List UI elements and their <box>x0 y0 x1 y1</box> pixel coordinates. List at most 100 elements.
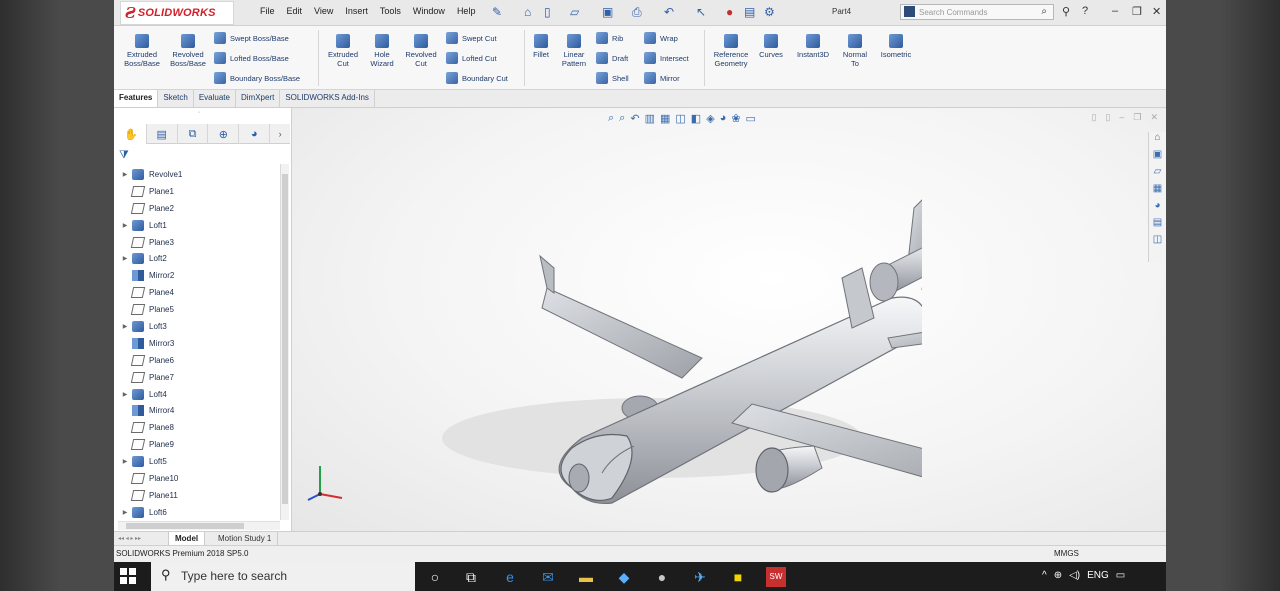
view-palette-icon[interactable]: ▦ <box>1149 183 1166 200</box>
draft-button[interactable]: Draft <box>596 52 628 64</box>
edit-appearance-icon[interactable]: ◕ <box>720 112 727 125</box>
instant3d-button[interactable]: Instant3D <box>792 34 834 59</box>
tree-item[interactable]: ▶ Loft6 <box>118 504 280 518</box>
viewport-split2-icon[interactable]: ▯ <box>1105 112 1110 123</box>
intersect-button[interactable]: Intersect <box>644 52 689 64</box>
solidworks-logo[interactable]: Ƨ SOLIDWORKS <box>120 1 234 25</box>
tree-item[interactable]: ▶ Loft1 <box>118 217 280 234</box>
dimxpert-manager-tab-icon[interactable]: ⊕ <box>208 124 240 144</box>
tree-item[interactable]: Plane1 <box>118 183 280 200</box>
tree-item[interactable]: Plane4 <box>118 284 280 301</box>
normal-to-button[interactable]: Normal To <box>838 34 872 68</box>
edge-icon[interactable]: e <box>500 567 520 587</box>
expand-arrow-icon[interactable]: ▶ <box>118 255 132 262</box>
search-icon[interactable]: ⌕ <box>1041 6 1047 17</box>
boundary-boss-button[interactable]: Boundary Boss/Base <box>214 72 300 84</box>
tree-item[interactable]: ▶ Loft2 <box>118 250 280 267</box>
viewport-minimize-icon[interactable]: – <box>1119 112 1124 123</box>
expand-arrow-icon[interactable]: ▶ <box>118 458 132 465</box>
design-library-icon[interactable]: ▣ <box>1149 149 1166 166</box>
tree-item[interactable]: Plane6 <box>118 352 280 369</box>
user-icon[interactable]: ⚲ <box>1062 5 1070 18</box>
file-properties-icon[interactable]: ▤ <box>744 5 755 19</box>
tab-model[interactable]: Model <box>168 532 206 546</box>
tree-item[interactable]: Mirror4 <box>118 402 280 419</box>
tree-scrollbar[interactable] <box>280 164 289 520</box>
tree-hscrollbar[interactable] <box>118 521 280 530</box>
shell-button[interactable]: Shell <box>596 72 629 84</box>
wrap-button[interactable]: Wrap <box>644 32 678 44</box>
tab-addins[interactable]: SOLIDWORKS Add-Ins <box>280 90 375 107</box>
panel-grip-icon[interactable]: ◦ <box>198 110 200 116</box>
hole-wizard-button[interactable]: Hole Wizard <box>364 34 400 68</box>
tree-item[interactable]: ▶ Loft4 <box>118 386 280 403</box>
view-orientation-icon[interactable]: ◫ <box>675 112 685 125</box>
notifications-icon[interactable]: ▭ <box>1116 570 1125 581</box>
configuration-manager-tab-icon[interactable]: ⧉ <box>178 124 209 144</box>
volume-icon[interactable]: ◁) <box>1069 570 1080 581</box>
search-scope-icon[interactable] <box>904 6 915 17</box>
apply-scene-icon[interactable]: ❀ <box>731 112 740 125</box>
select-icon[interactable]: ↖ <box>696 5 706 19</box>
fillet-button[interactable]: Fillet <box>528 34 554 59</box>
tree-item[interactable]: Mirror2 <box>118 267 280 284</box>
swept-cut-button[interactable]: Swept Cut <box>446 32 497 44</box>
revolved-cut-button[interactable]: Revolved Cut <box>401 34 441 68</box>
scroll-thumb[interactable] <box>282 174 288 504</box>
mail-icon[interactable]: ✉ <box>538 567 558 587</box>
tab-evaluate[interactable]: Evaluate <box>194 90 236 107</box>
revolved-boss-button[interactable]: Revolved Boss/Base <box>166 34 210 68</box>
task-view-icon[interactable]: ⧉ <box>461 567 481 587</box>
tree-item[interactable]: Plane7 <box>118 369 280 386</box>
display-manager-tab-icon[interactable]: ◕ <box>239 124 271 144</box>
expand-arrow-icon[interactable]: ▶ <box>118 171 132 178</box>
airplane-model[interactable] <box>422 168 922 508</box>
hide-show-icon[interactable]: ◈ <box>706 112 714 125</box>
minimize-icon[interactable]: – <box>1112 5 1118 17</box>
previous-view-icon[interactable]: ↶ <box>630 112 639 125</box>
curves-button[interactable]: Curves <box>756 34 786 59</box>
tree-item[interactable]: ▶ Loft3 <box>118 318 280 335</box>
sticky-notes-icon[interactable]: ■ <box>728 567 748 587</box>
rib-button[interactable]: Rib <box>596 32 623 44</box>
tab-motion-study[interactable]: Motion Study 1 <box>212 532 279 545</box>
menu-window[interactable]: Window <box>407 6 451 16</box>
restore-icon[interactable]: ❐ <box>1132 5 1142 18</box>
tab-sketch[interactable]: Sketch <box>158 90 194 107</box>
menu-edit[interactable]: Edit <box>281 6 309 16</box>
boundary-cut-button[interactable]: Boundary Cut <box>446 72 508 84</box>
custom-properties-icon[interactable]: ▤ <box>1149 217 1166 234</box>
tree-item[interactable]: ▶ Revolve1 <box>118 166 280 183</box>
expand-arrow-icon[interactable]: ▶ <box>118 391 132 398</box>
left-wing[interactable] <box>541 287 703 379</box>
expand-arrow-icon[interactable]: ▶ <box>118 222 132 229</box>
display-style-icon[interactable]: ◧ <box>691 112 701 125</box>
viewport-close-icon[interactable]: ✕ <box>1150 112 1158 123</box>
mirror-button[interactable]: Mirror <box>644 72 680 84</box>
menu-view[interactable]: View <box>308 6 339 16</box>
chevron-right-icon[interactable]: › <box>270 124 290 144</box>
pin-icon[interactable]: ✎ <box>492 5 502 19</box>
windows-start-icon[interactable] <box>120 568 136 584</box>
tree-item[interactable]: Plane9 <box>118 436 280 453</box>
tree-item[interactable]: ▶ Loft5 <box>118 453 280 470</box>
tree-item[interactable]: Plane11 <box>118 487 280 504</box>
zoom-area-icon[interactable]: ⌕ <box>619 112 625 125</box>
options-gear-icon[interactable]: ⚙ <box>764 5 775 19</box>
isometric-button[interactable]: Isometric <box>876 34 916 59</box>
section-view-icon[interactable]: ▥ <box>645 112 655 125</box>
dynamic-annotation-icon[interactable]: ▦ <box>660 112 670 125</box>
filter-icon[interactable]: ⧩ <box>119 149 129 162</box>
app-icon[interactable]: ◆ <box>614 567 634 587</box>
tab-features[interactable]: Features <box>114 90 159 107</box>
network-icon[interactable]: ⊕ <box>1054 570 1062 581</box>
new-document-icon[interactable]: ▯ <box>544 5 551 19</box>
taskbar-search-field[interactable]: ⚲ Type here to search <box>151 562 415 591</box>
menu-help[interactable]: Help <box>451 6 482 16</box>
print-icon[interactable]: ⎙ <box>632 5 642 20</box>
extruded-boss-button[interactable]: Extruded Boss/Base <box>120 34 164 68</box>
tab-dimxpert[interactable]: DimXpert <box>236 90 281 107</box>
open-icon[interactable]: ▱ <box>570 5 579 19</box>
graphics-area[interactable]: ⌕ ⌕ ↶ ▥ ▦ ◫ ◧ ◈ ◕ ❀ ▭ ▯ ▯ – ❐ ✕ ⌂ ▣ ▱ ▦ … <box>292 108 1166 536</box>
tree-item[interactable]: Plane5 <box>118 301 280 318</box>
